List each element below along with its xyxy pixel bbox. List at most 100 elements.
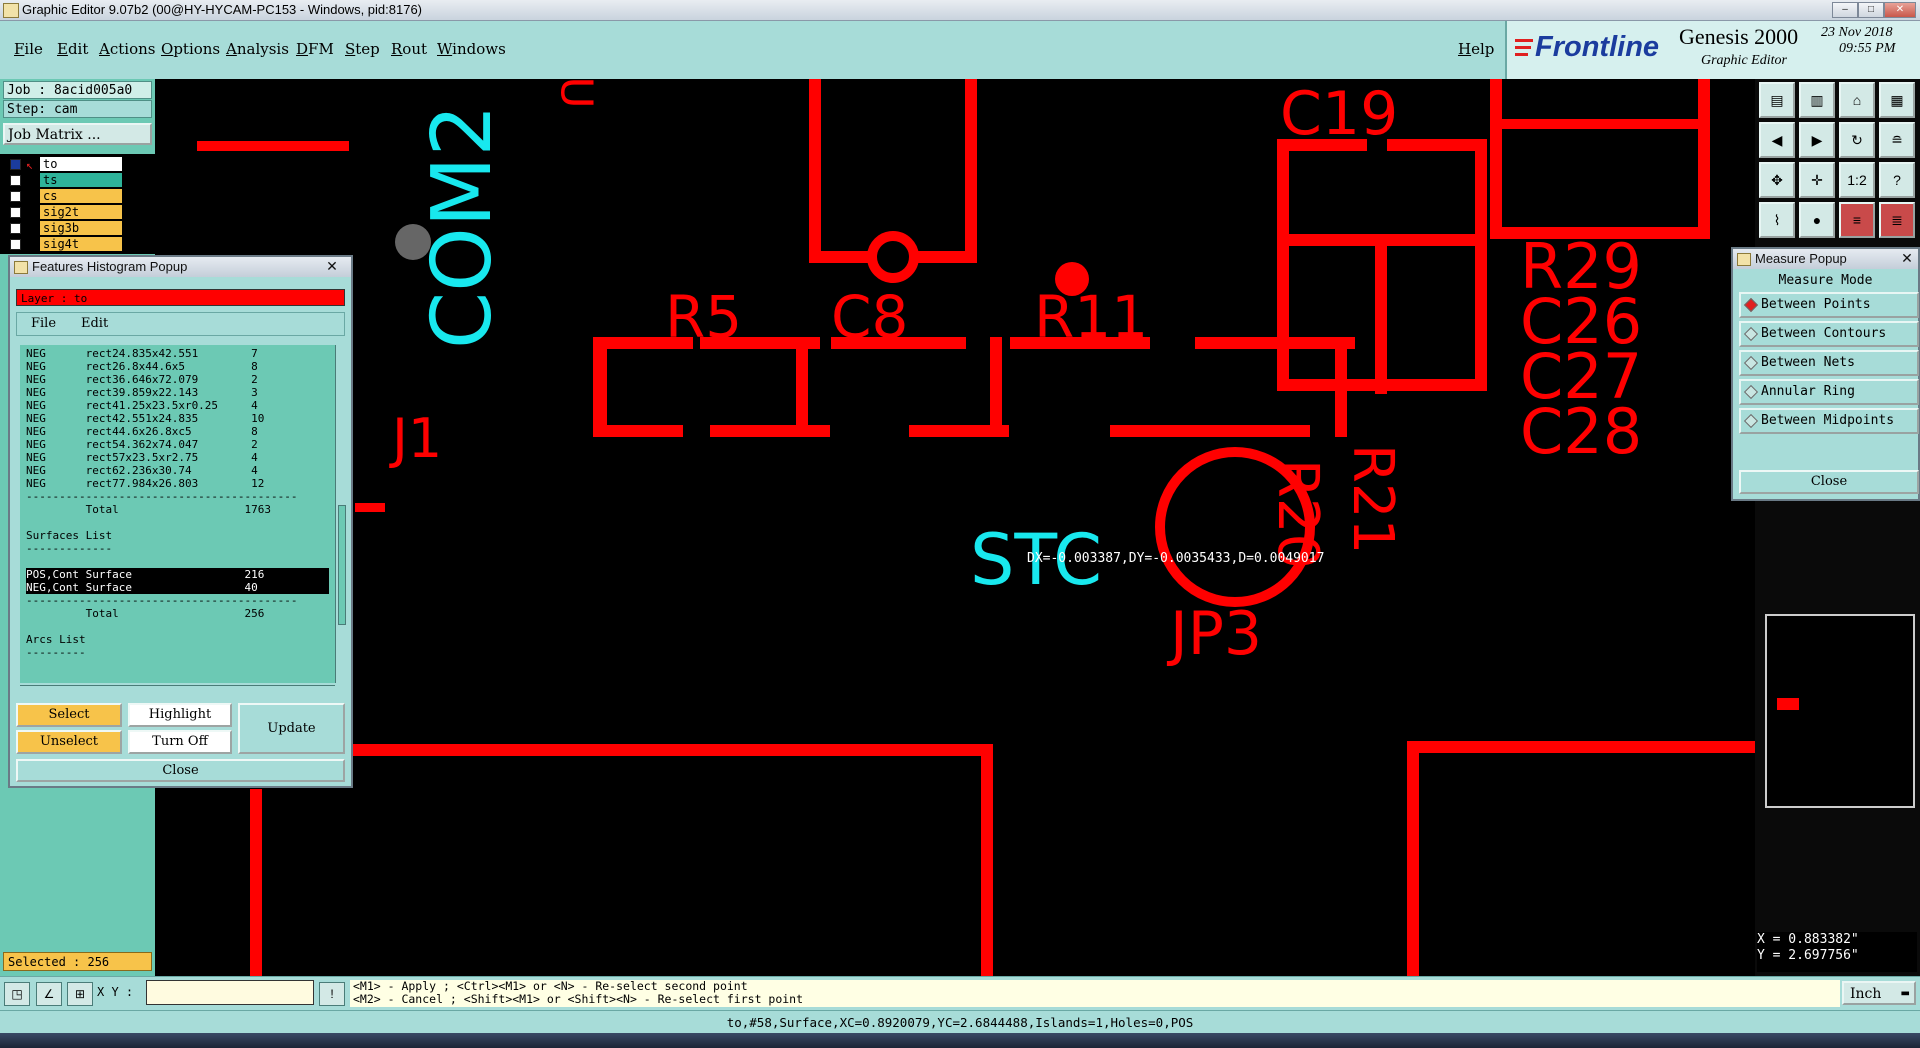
mode-annular-ring[interactable]: Annular Ring <box>1739 379 1919 405</box>
right-toolbar: ▤ ▥ ⌂ ▦ ◀ ▶ ↻ ≘ ✥ ✛ 1:2 ? ⌇ ● ≡ ≣ <box>1755 79 1920 976</box>
menu-edit[interactable]: Edit <box>57 40 88 58</box>
popup-menu-edit[interactable]: Edit <box>81 316 108 331</box>
probe-icon[interactable]: ● <box>1799 202 1835 238</box>
snap-mode-icon[interactable]: ◳ <box>4 982 30 1006</box>
scrollbar-thumb[interactable] <box>338 505 346 625</box>
job-matrix-button[interactable]: Job Matrix ... <box>3 123 152 145</box>
measure-tool-icon[interactable]: ⌇ <box>1759 202 1795 238</box>
histogram-list[interactable]: NEG rect24.835x42.551 7 NEG rect26.8x44.… <box>20 345 335 683</box>
help-icon[interactable]: ? <box>1879 162 1915 198</box>
layer-row-sig3b[interactable]: sig3b <box>2 221 152 236</box>
label-j1: J1 <box>392 407 443 470</box>
close-icon[interactable]: ✕ <box>317 257 347 275</box>
popup-title-bar: Features Histogram Popup ✕ <box>10 257 351 277</box>
mode-between-nets[interactable]: Between Nets <box>1739 350 1919 376</box>
outline <box>593 337 607 437</box>
close-window-button[interactable]: ✕ <box>1884 2 1916 18</box>
label-com2: COM2 <box>415 104 510 349</box>
layer-checkbox[interactable] <box>10 175 21 186</box>
horizontal-scrollbar[interactable] <box>20 685 335 698</box>
maximize-button[interactable]: □ <box>1858 2 1884 18</box>
pan-left-icon[interactable]: ◀ <box>1759 122 1795 158</box>
layer-stack-icon[interactable]: ≣ <box>1879 202 1915 238</box>
mode-between-midpoints[interactable]: Between Midpoints <box>1739 408 1919 434</box>
radio-selected-icon <box>1743 297 1759 313</box>
xy-input[interactable] <box>146 980 314 1005</box>
close-icon[interactable]: ✕ <box>1892 249 1920 267</box>
cursor-coordinates: X = 0.883382" Y = 2.697756" <box>1757 932 1917 972</box>
layer-row-sig2t[interactable]: sig2t <box>2 205 152 220</box>
zoom-in-icon[interactable]: ▤ <box>1759 82 1795 118</box>
minimize-button[interactable]: – <box>1832 2 1858 18</box>
popup-menu-file[interactable]: File <box>31 316 56 331</box>
grid-icon[interactable]: ⊞ <box>67 982 93 1006</box>
update-button[interactable]: Update <box>238 703 345 754</box>
layer-name: to <box>40 157 122 171</box>
pan-right-icon[interactable]: ▶ <box>1799 122 1835 158</box>
histogram-close-button[interactable]: Close <box>16 759 345 782</box>
menu-options[interactable]: Options <box>161 40 220 58</box>
unselect-button[interactable]: Unselect <box>16 730 122 754</box>
info-icon[interactable]: ! <box>319 982 345 1006</box>
label-r21: R21 <box>1340 444 1405 555</box>
mode-between-points[interactable]: Between Points <box>1739 292 1919 318</box>
layer-row-cs[interactable]: cs <box>2 189 152 204</box>
overview-minimap[interactable] <box>1765 614 1915 808</box>
list-item: NEG rect24.835x42.551 7 <box>26 347 258 360</box>
layer-checkbox[interactable] <box>10 239 21 250</box>
measure-popup: Measure Popup ✕ Measure Mode Between Poi… <box>1731 247 1920 501</box>
units-dropdown[interactable]: Inch ▬ <box>1842 981 1916 1005</box>
logo-subtitle: Graphic Editor <box>1701 53 1787 68</box>
xy-label: X Y : <box>97 985 134 999</box>
scale-icon[interactable]: 1:2 <box>1839 162 1875 198</box>
layer-row-sig4t[interactable]: sig4t <box>2 237 152 252</box>
menu-actions[interactable]: Actions <box>99 40 155 58</box>
select-button[interactable]: Select <box>16 703 122 727</box>
zoom-out-icon[interactable]: ▥ <box>1799 82 1835 118</box>
logo-product: Genesis 2000 <box>1679 24 1799 49</box>
net-icon[interactable]: ≡ <box>1839 202 1875 238</box>
menu-analysis[interactable]: Analysis <box>226 40 289 58</box>
logo-brand: Frontline <box>1535 31 1660 63</box>
turn-off-button[interactable]: Turn Off <box>128 730 232 754</box>
popup-icon <box>1737 253 1751 266</box>
angle-icon[interactable]: ∠ <box>36 982 62 1006</box>
list-item-selected[interactable]: POS,Cont Surface 216 <box>26 568 329 581</box>
hint-line-2: <M2> - Cancel ; <Shift><M1> or <Shift><N… <box>353 992 804 1006</box>
list-item-selected[interactable]: NEG,Cont Surface 40 <box>26 581 329 594</box>
mode-between-contours[interactable]: Between Contours <box>1739 321 1919 347</box>
redraw-icon[interactable]: ↻ <box>1839 122 1875 158</box>
highlight-button[interactable]: Highlight <box>128 703 232 727</box>
window-icon[interactable]: ▦ <box>1879 82 1915 118</box>
outline <box>1475 139 1487 389</box>
layer-row-to[interactable]: ↖ to <box>2 157 152 172</box>
home-icon[interactable]: ⌂ <box>1839 82 1875 118</box>
vertical-scrollbar[interactable] <box>335 345 348 683</box>
layer-checkbox[interactable] <box>10 223 21 234</box>
outline <box>809 79 821 261</box>
fit-icon[interactable]: ✥ <box>1759 162 1795 198</box>
measure-close-button[interactable]: Close <box>1739 470 1919 494</box>
menu-step[interactable]: Step <box>345 40 380 58</box>
snap-icon[interactable]: ≘ <box>1879 122 1915 158</box>
layer-checkbox[interactable] <box>10 207 21 218</box>
menu-file[interactable]: File <box>14 40 43 58</box>
center-icon[interactable]: ✛ <box>1799 162 1835 198</box>
list-heading: Arcs List <box>26 633 86 646</box>
menu-windows[interactable]: Windows <box>437 40 506 58</box>
list-item: NEG rect54.362x74.047 2 <box>26 438 258 451</box>
menu-help[interactable]: Help <box>1458 40 1494 58</box>
list-divider: ------------- <box>26 542 113 555</box>
graphics-canvas[interactable]: U COM2 J1 R5 C8 R11 C19 R29 C26 C27 C28 … <box>155 79 1755 976</box>
list-item: NEG rect77.984x26.803 12 <box>26 477 265 490</box>
menu-rout[interactable]: Rout <box>391 40 427 58</box>
list-item: NEG rect44.6x26.8xc5 8 <box>26 425 258 438</box>
layer-checkbox[interactable] <box>10 159 21 170</box>
outline <box>1277 139 1289 389</box>
popup-icon <box>14 261 28 274</box>
layer-checkbox[interactable] <box>10 191 21 202</box>
menu-dfm[interactable]: DFM <box>296 40 334 58</box>
layer-row-ts[interactable]: ts <box>2 173 152 188</box>
list-item: NEG rect39.859x22.143 3 <box>26 386 258 399</box>
dot-marker <box>1055 262 1089 296</box>
